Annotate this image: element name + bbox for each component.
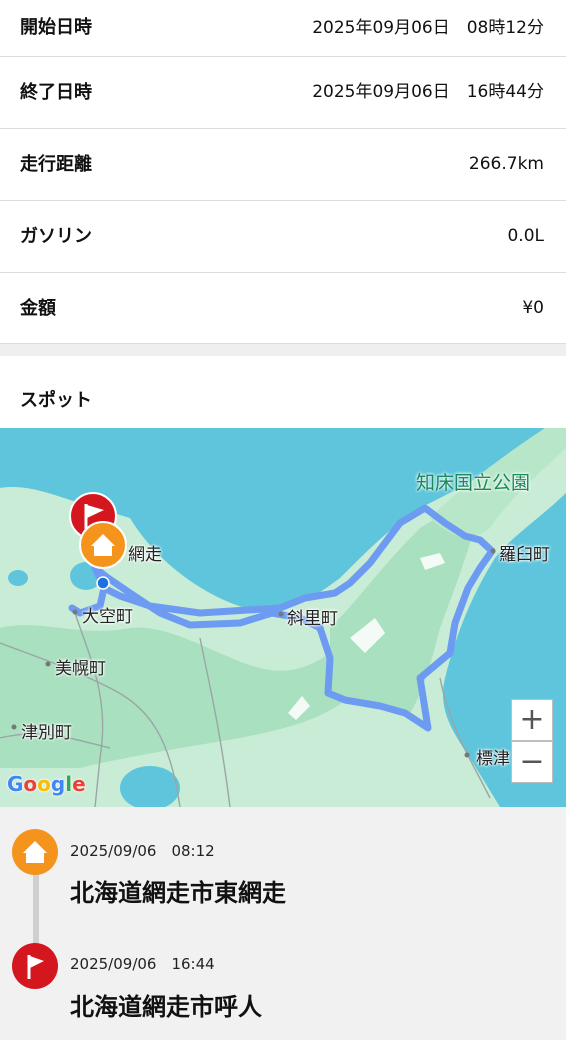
map-label-park: 知床国立公園 — [416, 472, 531, 494]
distance-row: 走行距離 266.7km — [0, 129, 566, 201]
town-dot — [490, 548, 496, 554]
map-label-abashiri: 網走 — [128, 545, 162, 565]
spots-header: スポット — [0, 356, 566, 428]
zoom-in-button[interactable]: + — [511, 699, 553, 741]
end-datetime-label: 終了日時 — [20, 82, 92, 103]
gasoline-value: 0.0L — [507, 226, 544, 246]
town-dot — [45, 661, 51, 667]
gasoline-row: ガソリン 0.0L — [0, 201, 566, 273]
timeline-end-address[interactable]: 北海道網走市呼人 — [70, 987, 262, 1022]
google-logo: Google — [7, 772, 86, 796]
section-divider — [0, 343, 566, 356]
town-dot — [464, 752, 470, 758]
town-dot — [278, 611, 284, 617]
map-label-bihoro: 美幌町 — [55, 659, 106, 679]
spot-timeline: 2025/09/06 08:12 北海道網走市東網走 2025/09/06 16… — [0, 807, 566, 1040]
route-map[interactable]: 網走 大空町 美幌町 津別町 斜里町 羅臼町 標津 知床国立公園 + − Goo… — [0, 428, 566, 807]
map-label-shari: 斜里町 — [287, 609, 338, 629]
home-icon — [12, 829, 58, 875]
town-dot — [72, 609, 78, 615]
timeline-start-datetime: 2025/09/06 08:12 — [70, 842, 215, 860]
amount-value: ¥0 — [522, 298, 544, 318]
google-logo-o2: o — [37, 772, 51, 796]
start-datetime-label: 開始日時 — [20, 17, 92, 38]
trip-details: 開始日時 2025年09月06日 08時12分 終了日時 2025年09月06日… — [0, 0, 566, 343]
map-label-shibetsu: 標津 — [476, 749, 510, 769]
zoom-out-button[interactable]: − — [511, 741, 553, 783]
end-datetime-row: 終了日時 2025年09月06日 16時44分 — [0, 57, 566, 129]
distance-value: 266.7km — [468, 154, 544, 174]
start-marker[interactable] — [79, 521, 127, 569]
gasoline-label: ガソリン — [20, 226, 92, 247]
timeline-end-datetime: 2025/09/06 16:44 — [70, 955, 215, 973]
map-lake — [8, 570, 28, 586]
map-label-tsubetsu: 津別町 — [21, 723, 72, 743]
end-datetime-value: 2025年09月06日 16時44分 — [312, 82, 544, 102]
google-logo-g2: g — [50, 772, 66, 796]
timeline-start-address[interactable]: 北海道網走市東網走 — [70, 873, 286, 908]
spots-title: スポット — [20, 390, 92, 411]
google-logo-e: e — [72, 772, 86, 796]
google-logo-o1: o — [23, 772, 38, 796]
amount-label: 金額 — [20, 298, 56, 319]
start-datetime-row: 開始日時 2025年09月06日 08時12分 — [0, 0, 566, 57]
position-dot — [96, 576, 110, 590]
start-datetime-value: 2025年09月06日 08時12分 — [312, 18, 544, 38]
amount-row: 金額 ¥0 — [0, 273, 566, 343]
map-label-ozora: 大空町 — [82, 607, 133, 627]
google-logo-g: G — [7, 772, 24, 796]
town-dot — [11, 724, 17, 730]
map-label-rausu: 羅臼町 — [499, 545, 550, 565]
flag-icon — [12, 943, 58, 989]
distance-label: 走行距離 — [20, 154, 92, 175]
